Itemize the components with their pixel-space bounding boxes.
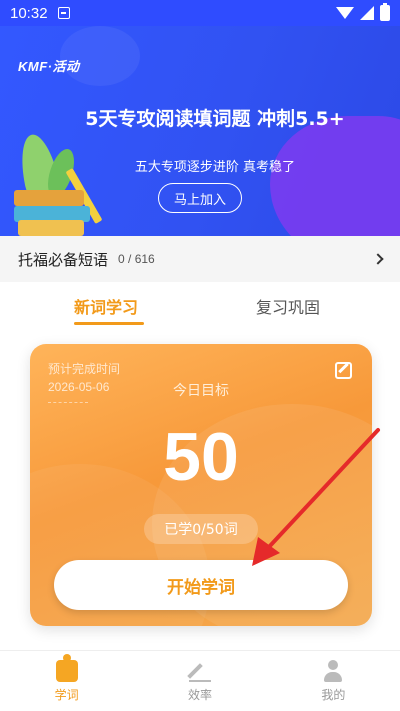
nav-label: 学词 [54,687,79,702]
nav-label: 我的 [321,687,346,702]
person-icon [322,659,344,682]
bottom-navigation: 学词 效率 我的 [0,650,400,711]
daily-goal-card: 预计完成时间 2026-05-06 今日目标 50 已学0/50词 开始学词 [30,344,372,626]
start-learning-button[interactable]: 开始学词 [54,560,348,610]
tab-review[interactable]: 复习巩固 [256,294,320,318]
wifi-icon [336,7,354,19]
banner-decoration [270,116,400,236]
status-bar: 10:32 [0,0,400,26]
nav-profile[interactable]: 我的 [267,651,400,711]
wordbook-title: 托福必备短语 [18,250,109,269]
pen-icon [188,660,211,682]
nav-efficiency[interactable]: 效率 [133,651,266,711]
join-now-button[interactable]: 马上加入 [158,183,242,213]
tab-new-words[interactable]: 新词学习 [74,294,138,318]
goal-number: 50 [163,419,239,495]
goal-label: 今日目标 [173,383,229,399]
banner-headline: 5天专攻阅读填词题 冲刺5.5+ [85,108,345,130]
status-time: 10:32 [10,4,48,22]
promo-banner[interactable]: KMF·活动 5天专攻阅读填词题 冲刺5.5+ 五大专项逐步进阶 真考稳了 马上… [0,26,400,236]
battery-icon [380,3,390,21]
learned-progress-badge: 已学0/50词 [144,514,258,544]
signal-icon [360,6,374,20]
divider [48,402,88,403]
edit-icon[interactable] [335,362,352,379]
kmf-logo: KMF·活动 [18,59,80,74]
wordbook-selector[interactable]: 托福必备短语 0 / 616 [0,236,400,282]
tab-bar: 新词学习 复习巩固 [0,282,400,334]
active-tab-indicator [74,322,144,325]
nav-label: 效率 [187,687,212,702]
books-illustration-icon [10,126,120,236]
status-icons [336,3,390,21]
estimate-label: 预计完成时间 [48,362,121,376]
study-icon [55,653,78,682]
nav-study[interactable]: 学词 [0,651,133,711]
notification-icon [57,7,70,19]
wordbook-progress: 0 / 616 [118,252,155,266]
chevron-right-icon [372,253,384,265]
banner-subtitle: 五大专项逐步进阶 真考稳了 [134,160,296,175]
main-content: 新词学习 复习巩固 预计完成时间 2026-05-06 今日目标 50 已学0/… [0,282,400,650]
